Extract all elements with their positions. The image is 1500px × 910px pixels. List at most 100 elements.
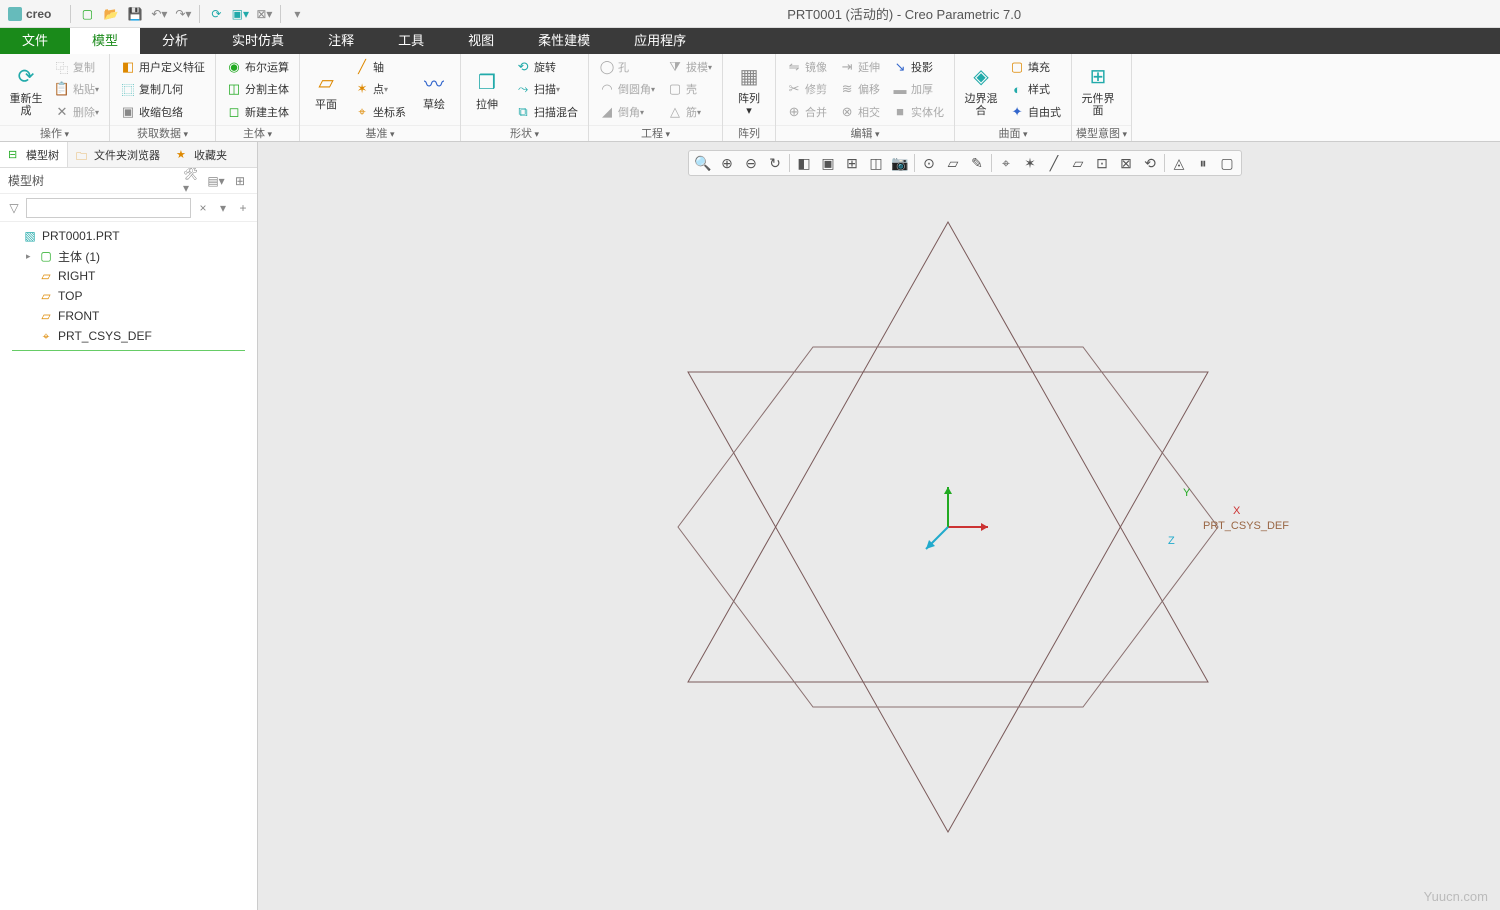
new-body-button[interactable]: ◻新建主体: [223, 101, 292, 123]
extend-button[interactable]: ⇥延伸: [836, 56, 883, 78]
new-button[interactable]: ▢: [76, 3, 98, 25]
style-button[interactable]: ◐样式: [1006, 78, 1064, 100]
delete-icon: ✕: [54, 104, 70, 120]
search-dropdown-button[interactable]: ▾: [215, 201, 231, 215]
tree-search-input[interactable]: [26, 198, 191, 218]
group-label-engineering[interactable]: 工程: [641, 128, 670, 140]
group-label-surface[interactable]: 曲面: [999, 128, 1028, 140]
shrinkwrap-button[interactable]: ▣收缩包络: [117, 101, 208, 123]
sidebar-tab-modeltree[interactable]: ⊟模型树: [0, 142, 68, 167]
redo-button[interactable]: ↷▾: [172, 3, 194, 25]
pattern-button[interactable]: ▦ 阵列▾: [727, 56, 771, 123]
graphics-canvas[interactable]: 🔍 ⊕ ⊖ ↻ ◧ ▣ ⊞ ◫ 📷 ⊙ ▱ ✎ ⌖ ✶ ╱ ▱ ⊡ ⊠ ⟲ ◬ …: [258, 142, 1500, 910]
undo-button[interactable]: ↶▾: [148, 3, 170, 25]
thicken-button[interactable]: ▬加厚: [889, 78, 947, 100]
sidebar-tab-folders[interactable]: 🗀文件夹浏览器: [68, 142, 168, 167]
solidify-button[interactable]: ■实体化: [889, 101, 947, 123]
draft-button[interactable]: ⧩拔模: [664, 56, 715, 78]
copygeom-button[interactable]: ⿴复制几何: [117, 78, 208, 100]
component-interface-button[interactable]: ⊞ 元件界面: [1076, 56, 1120, 123]
tab-file[interactable]: 文件: [0, 28, 70, 54]
sweep-button[interactable]: ⤳扫描: [512, 78, 581, 100]
point-button[interactable]: ✶点: [351, 78, 409, 100]
search-add-button[interactable]: +: [235, 201, 251, 215]
filter-icon[interactable]: ▽: [6, 201, 22, 215]
split-body-button[interactable]: ◫分割主体: [223, 78, 292, 100]
tab-view[interactable]: 视图: [446, 28, 516, 54]
copy-button[interactable]: ⿻复制: [51, 56, 102, 78]
shell-button[interactable]: ▢壳: [664, 78, 715, 100]
delete-button[interactable]: ✕删除: [51, 101, 102, 123]
sidebar: ⊟模型树 🗀文件夹浏览器 ★收藏夹 模型树 🛠▾ ▤▾ ⊞ ▽ × ▾ + ▧P…: [0, 142, 258, 910]
hole-button[interactable]: ◯孔: [596, 56, 658, 78]
group-label-intent[interactable]: 模型意图: [1076, 128, 1127, 140]
mirror-button[interactable]: ⇋镜像: [783, 56, 830, 78]
tab-flex[interactable]: 柔性建模: [516, 28, 612, 54]
group-label-shape[interactable]: 形状: [510, 128, 539, 140]
windows-button[interactable]: ▣▾: [229, 3, 251, 25]
group-engineering: ◯孔 ◠倒圆角 ◢倒角 ⧩拔模 ▢壳 △筋 工程: [589, 54, 723, 141]
csys-button[interactable]: ⌖坐标系: [351, 101, 409, 123]
tree-item-label: RIGHT: [58, 269, 95, 283]
regenerate-button[interactable]: ⟳: [205, 3, 227, 25]
group-label-getdata[interactable]: 获取数据: [137, 128, 188, 140]
group-label-operations[interactable]: 操作: [40, 128, 69, 140]
close-window-button[interactable]: ⊠▾: [253, 3, 275, 25]
content-area: ⊟模型树 🗀文件夹浏览器 ★收藏夹 模型树 🛠▾ ▤▾ ⊞ ▽ × ▾ + ▧P…: [0, 142, 1500, 910]
tab-annotate[interactable]: 注释: [306, 28, 376, 54]
tab-tools[interactable]: 工具: [376, 28, 446, 54]
boolean-button[interactable]: ◉布尔运算: [223, 56, 292, 78]
tree-show-button[interactable]: ▤▾: [207, 172, 225, 190]
qat-customize-button[interactable]: ▾: [286, 3, 308, 25]
project-button[interactable]: ↘投影: [889, 56, 947, 78]
copy-icon: ⿻: [54, 59, 70, 75]
extend-icon: ⇥: [839, 59, 855, 75]
intersect-button[interactable]: ⊗相交: [836, 101, 883, 123]
tab-analysis[interactable]: 分析: [140, 28, 210, 54]
trim-button[interactable]: ✂修剪: [783, 78, 830, 100]
tab-model[interactable]: 模型: [70, 28, 140, 54]
plane-icon: ▱: [38, 269, 54, 283]
tree-item-top[interactable]: ▱TOP: [0, 286, 257, 306]
axis-button[interactable]: ╱轴: [351, 56, 409, 78]
open-button[interactable]: 📂: [100, 3, 122, 25]
tree-item--1-[interactable]: ▸▢主体 (1): [0, 246, 257, 266]
group-label-edit[interactable]: 编辑: [851, 128, 880, 140]
tree-filter-button[interactable]: ⊞: [231, 172, 249, 190]
freestyle-button[interactable]: ✦自由式: [1006, 101, 1064, 123]
tree-item-prt0001-prt[interactable]: ▧PRT0001.PRT: [0, 226, 257, 246]
round-button[interactable]: ◠倒圆角: [596, 78, 658, 100]
regenerate-big-button[interactable]: ⟳ 重新生成: [4, 56, 48, 123]
fill-button[interactable]: ▢填充: [1006, 56, 1064, 78]
style-icon: ◐: [1009, 81, 1025, 97]
tab-simulate[interactable]: 实时仿真: [210, 28, 306, 54]
chamfer-button[interactable]: ◢倒角: [596, 101, 658, 123]
watermark: Yuucn.com: [1424, 889, 1488, 904]
tab-apps[interactable]: 应用程序: [612, 28, 708, 54]
group-pattern: ▦ 阵列▾ 阵列: [723, 54, 776, 141]
sketch-button[interactable]: 〰 草绘: [412, 56, 456, 123]
offset-button[interactable]: ≋偏移: [836, 78, 883, 100]
group-getdata: ◧用户定义特征 ⿴复制几何 ▣收缩包络 获取数据: [110, 54, 216, 141]
group-label-datum[interactable]: 基准: [366, 128, 395, 140]
tree-settings-button[interactable]: 🛠▾: [183, 172, 201, 190]
tree-item-right[interactable]: ▱ RIGHT: [0, 266, 257, 286]
sweepblend-button[interactable]: ⧉扫描混合: [512, 101, 581, 123]
part-icon: ▧: [22, 229, 38, 243]
x-axis-label: X: [1233, 505, 1240, 517]
revolve-button[interactable]: ⟲旋转: [512, 56, 581, 78]
tree-item-prt-csys-def[interactable]: ⌖PRT_CSYS_DEF: [0, 326, 257, 346]
sidebar-tab-favorites[interactable]: ★收藏夹: [168, 142, 235, 167]
udf-button[interactable]: ◧用户定义特征: [117, 56, 208, 78]
paste-button[interactable]: 📋粘贴: [51, 78, 102, 100]
group-label-body[interactable]: 主体: [243, 128, 272, 140]
boundary-blend-button[interactable]: ◈ 边界混合: [959, 56, 1003, 123]
merge-button[interactable]: ⊕合并: [783, 101, 830, 123]
save-button[interactable]: 💾: [124, 3, 146, 25]
search-clear-button[interactable]: ×: [195, 201, 211, 215]
tree-item-front[interactable]: ▱FRONT: [0, 306, 257, 326]
rib-button[interactable]: △筋: [664, 101, 715, 123]
plane-button[interactable]: ▱ 平面: [304, 56, 348, 123]
extrude-button[interactable]: ❒ 拉伸: [465, 56, 509, 123]
drawing-svg: [258, 142, 1500, 910]
